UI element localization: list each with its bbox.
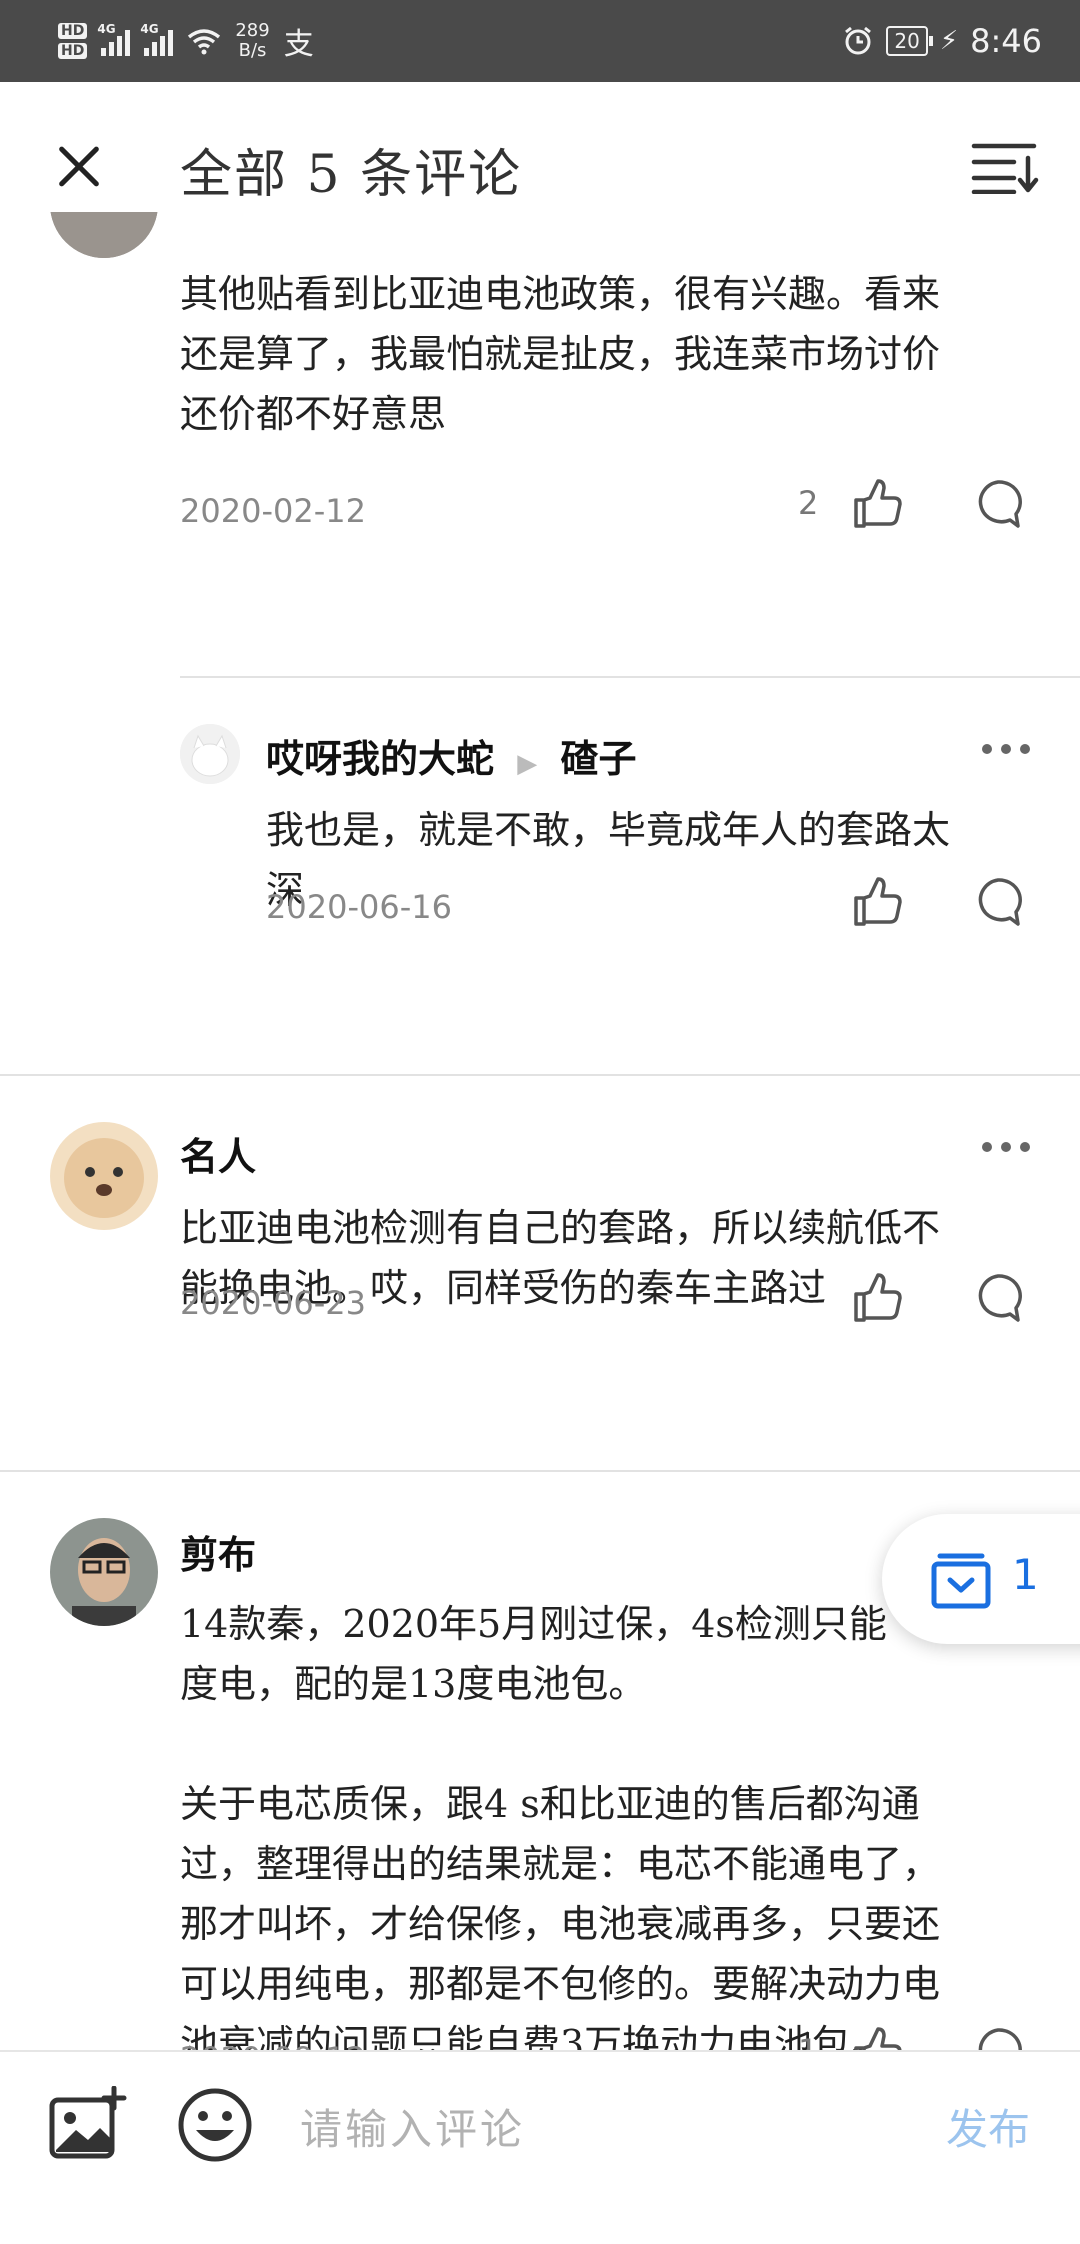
status-bar: HD HD 4G 4G 289 B/s 支 20 ⚡ 8:46: [0, 0, 1080, 82]
like-count: 2: [798, 484, 819, 522]
wifi-icon: [188, 29, 221, 55]
comment-date: 2020-06-16: [266, 888, 452, 926]
comment-text: 14款秦，2020年5月刚过保，4s检测只能 度电，配的是13度电池包。 关于电…: [180, 1594, 1040, 2074]
comment-text: 其他贴看到比亚迪电池政策，很有兴趣。看来 还是算了，我最怕就是扯皮，我连菜市场讨…: [180, 264, 1040, 444]
more-icon[interactable]: [980, 742, 1032, 756]
page-title: 全部 5 条评论: [180, 145, 523, 205]
battery-level: 20: [894, 29, 920, 53]
reply-icon[interactable]: [972, 478, 1024, 530]
comment-date: 2020-06-23: [180, 1284, 366, 1322]
comment-line: 还是算了，我最怕就是扯皮，我连菜市场讨价: [180, 332, 941, 376]
signal-icon-2: 4G: [140, 22, 174, 56]
status-right: 20 ⚡ 8:46: [842, 16, 1042, 66]
reply-icon[interactable]: [972, 876, 1024, 928]
comment-line: 可以用纯电，那都是不包修的。要解决动力电: [180, 1962, 941, 2006]
username[interactable]: 哎呀我的大蛇 ▶ 碴子: [266, 728, 637, 783]
network-speed: 289 B/s: [235, 21, 269, 61]
collect-count: 1: [1012, 1550, 1039, 1599]
charging-icon: ⚡: [939, 26, 959, 56]
comment-line: 我也是，就是不敢，毕竟成年人的套路太: [266, 808, 951, 852]
hd-icon: HD HD: [58, 21, 88, 61]
comment-line: 过，整理得出的结果就是：电芯不能通电了，: [180, 1842, 941, 1886]
thumbs-up-icon[interactable]: [852, 1272, 904, 1324]
divider: [0, 1470, 1080, 1472]
avatar-image: [50, 1122, 158, 1230]
avatar[interactable]: [50, 1122, 158, 1230]
reply-icon[interactable]: [972, 1272, 1024, 1324]
status-left: HD HD 4G 4G 289 B/s 支: [58, 12, 314, 70]
alipay-icon: 支: [283, 27, 314, 62]
reply-username[interactable]: 哎呀我的大蛇: [266, 736, 494, 781]
speed-value: 289: [235, 20, 270, 41]
comment-line: 还价都不好意思: [180, 392, 447, 436]
avatar[interactable]: [180, 724, 240, 784]
signal-label-2: 4G: [140, 22, 159, 36]
comment-line: 关于电芯质保，跟4 s和比亚迪的售后都沟通: [180, 1782, 920, 1826]
sort-icon[interactable]: [970, 140, 1040, 194]
avatar[interactable]: [50, 1518, 158, 1626]
alarm-icon: [845, 26, 872, 55]
publish-button[interactable]: 发布: [946, 2096, 1030, 2157]
thumbs-up-icon[interactable]: [852, 876, 904, 928]
comment-input-bar: 请输入评论 发布: [0, 2050, 1080, 2196]
avatar-image: [50, 1518, 158, 1626]
thumbs-up-icon[interactable]: [852, 478, 904, 530]
signal-icon-1: 4G: [97, 22, 131, 56]
hd-label-1: HD: [58, 23, 88, 39]
reply-arrow-icon: ▶: [517, 749, 538, 779]
collect-float-button[interactable]: 1: [882, 1514, 1080, 1644]
comment-line: 度电，配的是13度电池包。: [180, 1662, 647, 1706]
battery-icon: 20: [886, 26, 934, 56]
status-time: 8:46: [970, 22, 1042, 60]
reply-target[interactable]: 碴子: [560, 736, 636, 781]
comment-line: 比亚迪电池检测有自己的套路，所以续航低不: [180, 1206, 941, 1250]
comment-line: 那才叫坏，才给保修，电池衰减再多，只要还: [180, 1902, 941, 1946]
add-image-icon[interactable]: [48, 2086, 128, 2162]
inbox-icon: [931, 1553, 991, 1609]
username[interactable]: 名人: [180, 1126, 256, 1181]
comment-input[interactable]: 请输入评论: [300, 2096, 525, 2157]
comment-line: 其他贴看到比亚迪电池政策，很有兴趣。看来: [180, 272, 941, 316]
comment-line: [180, 1714, 1040, 1774]
divider: [180, 676, 1080, 678]
hd-label-2: HD: [58, 43, 88, 59]
comments-sheet: 全部 5 条评论 其他贴看到比亚迪电池政策，很有兴趣。看来 还是算了，我最怕就是…: [0, 82, 1080, 2244]
sheet-header: 全部 5 条评论: [0, 82, 1080, 212]
divider: [0, 1074, 1080, 1076]
close-button[interactable]: [52, 136, 112, 196]
emoji-icon[interactable]: [176, 2086, 254, 2164]
signal-label-1: 4G: [97, 22, 116, 36]
username[interactable]: 剪布: [180, 1524, 256, 1579]
avatar-image: [180, 724, 240, 784]
more-icon[interactable]: [980, 1140, 1032, 1154]
speed-unit: B/s: [238, 40, 267, 61]
comment-date: 2020-02-12: [180, 492, 366, 530]
